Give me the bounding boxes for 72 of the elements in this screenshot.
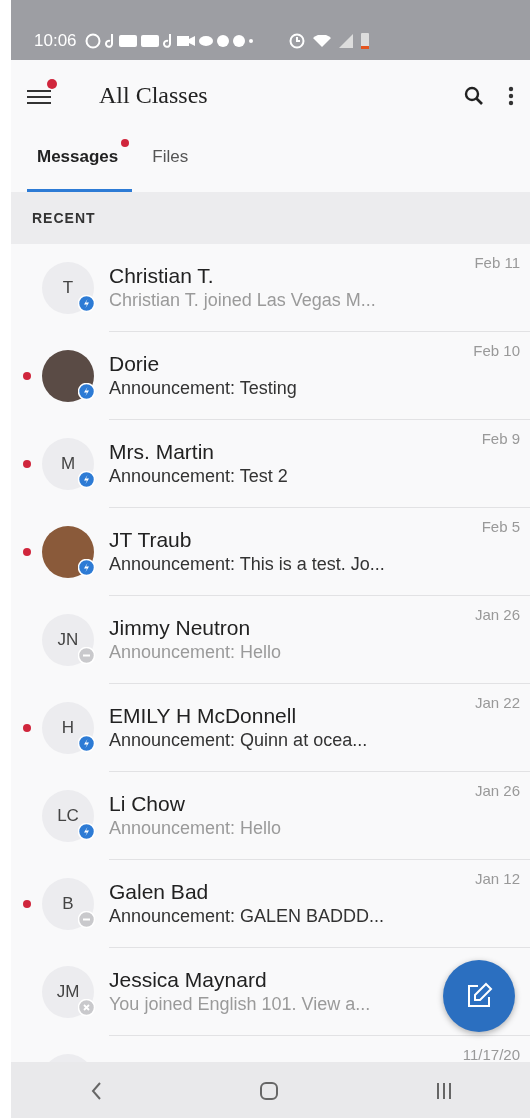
contact-name: EMILY H McDonnell [109,703,297,730]
conversation-row[interactable]: LC Li Chow Announcement: Hello Jan 26 [11,772,530,860]
message-preview: You joined English 101. View a... [109,993,371,1017]
conversation-row[interactable]: JT Traub Announcement: This is a test. Jo... Feb 5 [11,508,530,596]
status-badge-icon [78,471,95,488]
message-date: Feb 10 [473,341,520,361]
message-preview: Announcement: Hello [109,641,282,665]
status-badge-icon [78,735,95,752]
message-preview: Announcement: Test 2 [109,465,288,489]
conversation-row[interactable]: H EMILY H McDonnell Announcement: Quinn at ocea... Jan 22 [11,684,530,772]
message-preview: Announcement: Hello [109,817,282,841]
status-badge-icon [78,295,95,312]
message-preview: Announcement: Testing [109,377,297,401]
contact-name: JT Traub [109,527,192,554]
avatar: JM [42,966,94,1018]
message-date: Jan 26 [474,781,520,801]
conversation-row[interactable]: JN Jimmy Neutron Announcement: Hello Jan 26 [11,596,530,684]
more-icon [508,85,514,106]
contact-name: Jessica Maynard [109,967,267,994]
home-icon [259,1081,278,1100]
avatar: LC [42,790,94,842]
message-date: 11/17/20 [462,1045,520,1062]
message-date: Feb 5 [481,517,520,537]
tab[interactable]: Files [142,135,203,192]
avatar: JN [42,614,94,666]
message-preview: Announcement: Quinn at ocea... [109,729,368,753]
music-note-icon [162,33,173,49]
status-badge-icon [78,383,95,400]
signal-icon [338,34,353,48]
message-preview: Announcement: This is a test. Jo... [109,553,385,577]
battery-icon [360,33,369,49]
photo-placeholder [42,350,94,402]
avatar: B [42,878,94,930]
alarm-icon [288,33,305,49]
status-badge-icon [78,911,95,928]
message-date: Jan 22 [474,693,520,713]
message-preview: Announcement: GALEN BADDD... [109,905,385,929]
wifi-icon [312,35,331,47]
status-badge-icon [78,823,95,840]
search-icon [464,85,484,106]
status-badge-icon [78,559,95,576]
conversation-row[interactable]: B Galen Bad Announcement: GALEN BADDD... Jan 12 [11,860,530,948]
recent-apps-icon [436,1081,451,1100]
circle-icon [84,33,101,49]
contact-name: Mrs. Martin [109,439,214,466]
compose-button[interactable] [443,960,515,1032]
photo-placeholder [42,526,94,578]
message-preview: Christian T. joined Las Vegas M... [109,289,376,313]
screen-title: All Classes [99,81,209,110]
avatar: T [42,262,94,314]
back-icon [90,1081,101,1100]
contact-name: Galen Bad [109,879,209,906]
dot-icon [248,39,253,43]
status-time: 10:06 [34,30,77,53]
message-date: Feb 11 [474,253,520,273]
conversation-row[interactable]: M Mrs. Martin Announcement: Test 2 Feb 9 [11,420,530,508]
section-header: RECENT [11,192,530,244]
avatar: H [42,702,94,754]
avatar: M [42,438,94,490]
conversation-row[interactable]: Dorie Announcement: Testing Feb 10 [11,332,530,420]
message-date: Jan 26 [474,605,520,625]
contact-name: Jimmy Neutron [109,615,251,642]
video-camera-icon [176,36,195,46]
music-note-icon [104,33,115,49]
status-badge-icon [78,647,95,664]
contact-name: Dorie [109,351,160,378]
contact-name: Li Chow [109,791,185,818]
status-badge-icon [78,999,95,1016]
message-date: Jan 12 [474,869,520,889]
contact-name: Christian T. [109,263,214,290]
message-date: Feb 9 [481,429,520,449]
conversation-row[interactable]: T Christian T. Christian T. joined Las Vegas M... Feb 11 [11,244,530,332]
